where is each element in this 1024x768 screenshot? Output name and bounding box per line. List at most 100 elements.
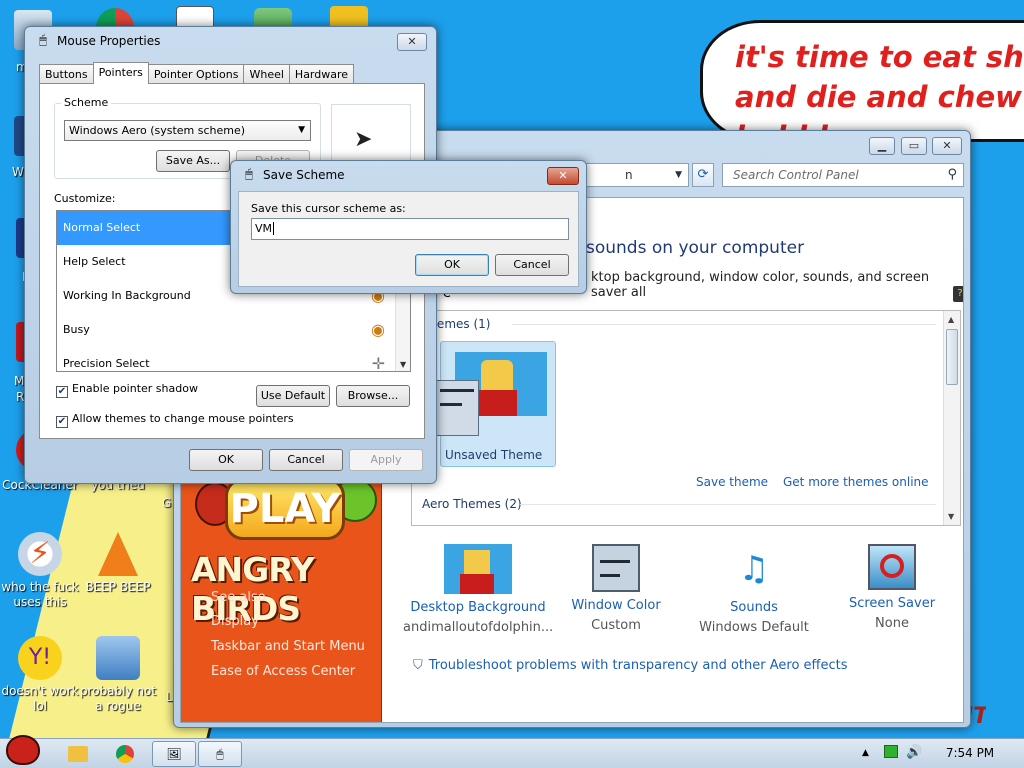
customize-label: Customize: <box>54 192 116 205</box>
get-more-themes-link[interactable]: Get more themes online <box>783 475 929 489</box>
browse-button[interactable]: Browse... <box>336 385 410 407</box>
tab-wheel[interactable]: Wheel <box>243 64 290 84</box>
shield-icon: ⛉ <box>413 658 423 673</box>
cancel-button[interactable]: Cancel <box>495 254 569 276</box>
list-item-precision-select[interactable]: Precision Select ✛ <box>57 347 397 372</box>
desktop-icon-doesnt-work[interactable]: Y! doesn't work lol <box>0 636 80 714</box>
item-subtitle: None <box>875 616 909 631</box>
cancel-button[interactable]: Cancel <box>269 449 343 471</box>
checkbox-label: Allow themes to change mouse pointers <box>72 412 294 425</box>
crosshair-icon: ✛ <box>371 354 385 372</box>
theme-unsaved[interactable]: Unsaved Theme <box>435 341 556 467</box>
enable-pointer-shadow-checkbox[interactable]: ✔ Enable pointer shadow <box>56 382 198 398</box>
item-subtitle: andimalloutofdolphin... <box>403 620 554 635</box>
tab-hardware[interactable]: Hardware <box>288 64 355 84</box>
aero-themes-header: Aero Themes (2) <box>422 497 522 511</box>
network-icon[interactable] <box>884 745 898 758</box>
checkbox-box[interactable]: ✔ <box>56 386 68 398</box>
scroll-up-icon[interactable]: ▲ <box>948 315 954 324</box>
computer-gears-icon <box>96 636 140 680</box>
tab-pointers[interactable]: Pointers <box>92 62 149 84</box>
list-item-busy[interactable]: Busy ◉ <box>57 313 397 347</box>
scheme-name-input[interactable]: VM <box>251 218 569 240</box>
window-color-icon <box>592 544 640 592</box>
window-title: Save Scheme <box>263 168 345 182</box>
ok-button[interactable]: OK <box>415 254 489 276</box>
troubleshoot-link[interactable]: ⛉ Troubleshoot problems with transparency… <box>413 658 848 673</box>
desktop-icon-label: W <box>12 165 24 179</box>
allow-themes-checkbox[interactable]: ✔ Allow themes to change mouse pointers <box>56 412 294 428</box>
wallpaper-speech-bubble: it's time to eat shit and die and chew b… <box>700 20 1024 142</box>
chevron-down-icon[interactable]: ▼ <box>675 164 682 186</box>
personalize-icon: 🖼 <box>166 747 182 761</box>
item-subtitle: Custom <box>591 618 641 633</box>
checkbox-box[interactable]: ✔ <box>56 416 68 428</box>
scroll-down-icon[interactable]: ▼ <box>948 512 954 521</box>
screen-saver-item[interactable]: Screen Saver None <box>817 544 963 631</box>
use-default-button[interactable]: Use Default <box>256 385 330 407</box>
desktop-icon-label: who the fuck uses this <box>1 580 79 609</box>
ok-button[interactable]: OK <box>189 449 263 471</box>
tab-pointer-options[interactable]: Pointer Options <box>147 64 245 84</box>
desktop-icon-label: L <box>166 690 173 704</box>
link-display[interactable]: Display <box>211 614 259 629</box>
scheme-label: Scheme <box>61 96 112 109</box>
desktop-icon-label: probably not a rogue <box>79 684 157 713</box>
apply-button[interactable]: Apply <box>349 449 423 471</box>
minimize-button[interactable]: ▁ <box>869 137 895 155</box>
volume-icon[interactable]: 🔊 <box>906 745 922 760</box>
start-button[interactable] <box>2 733 44 768</box>
window-title: Mouse Properties <box>57 34 161 48</box>
refresh-button[interactable]: ⟳ <box>692 163 714 187</box>
clock[interactable]: 7:54 PM <box>930 739 1010 768</box>
list-item-label: Normal Select <box>63 221 141 234</box>
window-color-item[interactable]: Window Color Custom <box>541 544 691 633</box>
desktop-icon-not-a-rogue[interactable]: probably not a rogue <box>78 636 158 714</box>
close-button[interactable]: ✕ <box>397 33 427 51</box>
save-as-button[interactable]: Save As... <box>156 150 230 172</box>
title-bar: 🖱 Mouse Properties <box>25 27 436 55</box>
taskbar-task-control-panel[interactable]: 🖼 <box>152 741 196 767</box>
close-button[interactable]: ✕ <box>932 137 962 155</box>
scroll-down-icon[interactable]: ▼ <box>400 360 406 369</box>
save-scheme-dialog: 🖱 Save Scheme ✕ Save this cursor scheme … <box>230 160 587 294</box>
show-hidden-icons[interactable]: ▲ <box>862 748 869 758</box>
link-taskbar-start-menu[interactable]: Taskbar and Start Menu <box>211 639 365 654</box>
title-bar: 🖱 Save Scheme <box>231 161 586 189</box>
themes-list: Themes (1) Unsaved Theme Save theme Get … <box>411 310 961 526</box>
mouse-icon: 🖱 <box>216 747 224 761</box>
desktop-icon-label: doesn't work lol <box>1 684 79 713</box>
tab-buttons[interactable]: Buttons <box>39 64 94 84</box>
search-icon[interactable]: ⚲ <box>947 164 957 186</box>
item-title: Sounds <box>730 600 778 615</box>
desktop-icon-label: G <box>162 496 172 510</box>
taskbar-task-mouse[interactable]: 🖱 <box>198 741 242 767</box>
address-text: n <box>625 168 633 182</box>
troubleshoot-text: Troubleshoot problems with transparency … <box>428 658 848 673</box>
arrow-cursor-icon: ➤ <box>354 127 373 152</box>
search-input[interactable]: Search Control Panel ⚲ <box>722 163 964 187</box>
traffic-cone-icon <box>98 532 138 576</box>
folder-icon <box>68 746 88 762</box>
desktop-icon-who-uses-this[interactable]: ⚡ who the fuck uses this <box>0 532 80 610</box>
taskbar: 🖼 🖱 ▲ 🔊 7:54 PM <box>0 735 1024 768</box>
play-logo: PLAY <box>225 478 345 540</box>
scroll-thumb[interactable] <box>946 329 958 385</box>
taskbar-chrome-icon[interactable] <box>116 741 142 767</box>
maximize-button[interactable]: ▭ <box>901 137 927 155</box>
cursor-preview: ➤ <box>331 104 411 168</box>
themes-scrollbar[interactable]: ▲ ▼ <box>943 311 960 525</box>
save-theme-link[interactable]: Save theme <box>696 475 768 489</box>
taskbar-explorer-icon[interactable] <box>68 741 94 767</box>
sounds-item[interactable]: ♫ Sounds Windows Default <box>679 544 829 635</box>
desktop-background-item[interactable]: Desktop Background andimalloutofdolphin.… <box>403 544 553 635</box>
chevron-down-icon: ▼ <box>298 125 305 135</box>
desktop-icon-beep-beep[interactable]: BEEP BEEP <box>78 532 158 595</box>
item-title: Window Color <box>571 598 661 613</box>
busy-circle-icon: ◉ <box>371 320 385 339</box>
scheme-select[interactable]: Windows Aero (system scheme) ▼ <box>64 120 311 141</box>
link-ease-of-access[interactable]: Ease of Access Center <box>211 664 355 679</box>
mouse-icon: 🖱 <box>39 33 47 48</box>
checkbox-label: Enable pointer shadow <box>72 382 198 395</box>
close-button[interactable]: ✕ <box>547 167 579 185</box>
